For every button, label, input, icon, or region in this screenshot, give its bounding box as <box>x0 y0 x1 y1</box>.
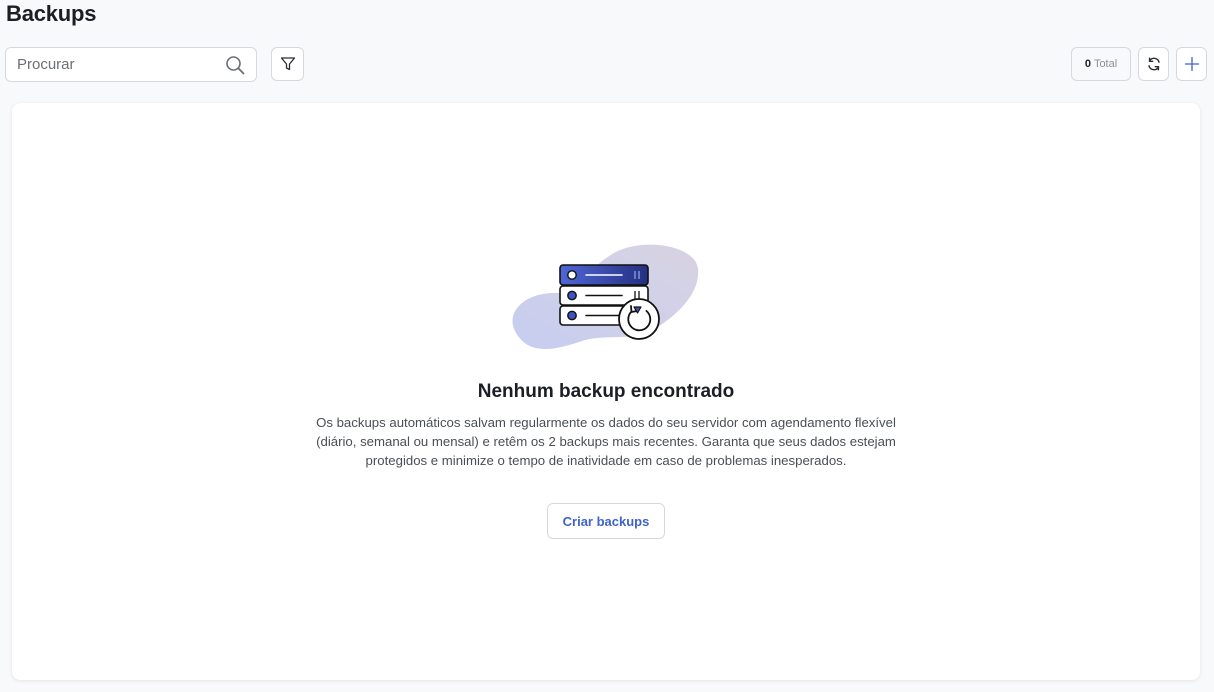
filter-icon <box>280 57 295 71</box>
backups-panel: Nenhum backup encontrado Os backups auto… <box>12 103 1200 680</box>
plus-icon <box>1184 56 1199 72</box>
create-backups-button[interactable]: Criar backups <box>547 503 665 539</box>
total-label: Total <box>1093 58 1118 70</box>
search-icon[interactable] <box>225 55 245 75</box>
empty-state-description: Os backups automáticos salvam regularmen… <box>316 415 896 468</box>
total-count: 0 <box>1084 58 1091 70</box>
page-title: Backups <box>6 1 97 26</box>
server-backup-illustration <box>512 244 699 349</box>
search-input[interactable] <box>17 56 217 73</box>
add-backup-button[interactable] <box>1176 47 1207 81</box>
filter-button[interactable] <box>271 47 304 81</box>
refresh-button[interactable] <box>1138 47 1169 81</box>
empty-state-title: Nenhum backup encontrado <box>477 381 735 402</box>
search-box[interactable] <box>5 47 257 82</box>
refresh-icon <box>1147 57 1160 71</box>
total-count-badge: 0 Total <box>1071 47 1131 81</box>
